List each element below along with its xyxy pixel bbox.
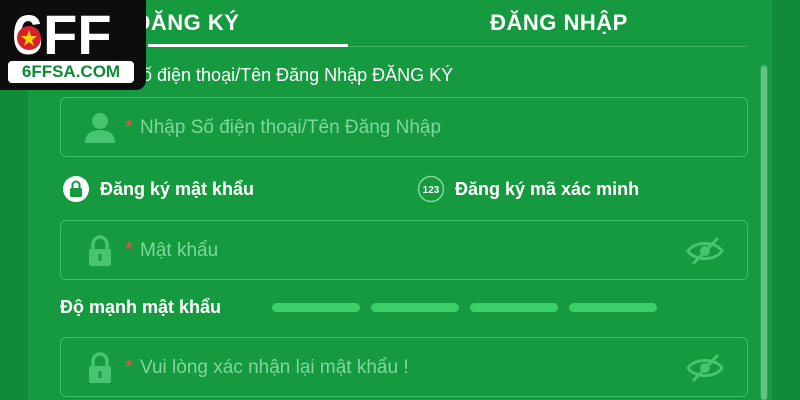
logo-mark: 6FF [12,4,112,62]
lock-icon [89,235,111,266]
mode-password-register[interactable]: Đăng ký mật khẩu [60,175,254,203]
password-strength-label: Độ mạnh mật khẩu [60,297,222,317]
account-label: Số điện thoại/Tên Đăng Nhập ĐĂNG KÝ [130,65,454,85]
numeric-code-icon: 123 [417,175,445,203]
strength-segment [272,303,360,312]
strength-segment [569,303,657,312]
mode-code-register[interactable]: 123 Đăng ký mã xác minh [415,175,639,203]
required-mark: * [125,116,133,138]
scrollbar-thumb[interactable] [761,66,767,400]
password-placeholder: Mật khẩu [140,240,219,261]
numeric-code-text: 123 [423,185,440,196]
user-icon [85,113,115,143]
eye-off-icon[interactable] [685,235,725,267]
lock-icon [63,176,89,202]
confirm-password-input[interactable]: * Vui lòng xác nhận lại mật khẩu ! [60,337,748,397]
brand-logo[interactable]: 6FF 6FFSA.COM [0,0,146,90]
strength-segment [371,303,459,312]
username-placeholder: Nhập Số điện thoại/Tên Đăng Nhập [140,117,442,138]
mode-password-label: Đăng ký mật khẩu [100,178,255,199]
confirm-placeholder: Vui lòng xác nhận lại mật khẩu ! [140,357,409,378]
username-input[interactable]: * Nhập Số điện thoại/Tên Đăng Nhập [60,97,748,157]
tabs-divider [348,46,748,47]
required-mark: * [125,356,133,378]
password-input[interactable]: * Mật khẩu [60,220,748,280]
logo-domain: 6FFSA.COM [8,61,134,83]
strength-segment [470,303,558,312]
mode-code-label: Đăng ký mã xác minh [455,178,640,199]
required-mark: * [125,239,133,261]
register-screen: ĐĂNG KÝ ĐĂNG NHẬP 6FF 6FFSA.COM Số điện … [0,0,800,400]
lock-icon [89,352,111,383]
right-edge [772,0,800,400]
tab-login[interactable]: ĐĂNG NHẬP [346,0,772,46]
eye-off-icon[interactable] [685,352,725,384]
active-tab-indicator [148,44,348,47]
